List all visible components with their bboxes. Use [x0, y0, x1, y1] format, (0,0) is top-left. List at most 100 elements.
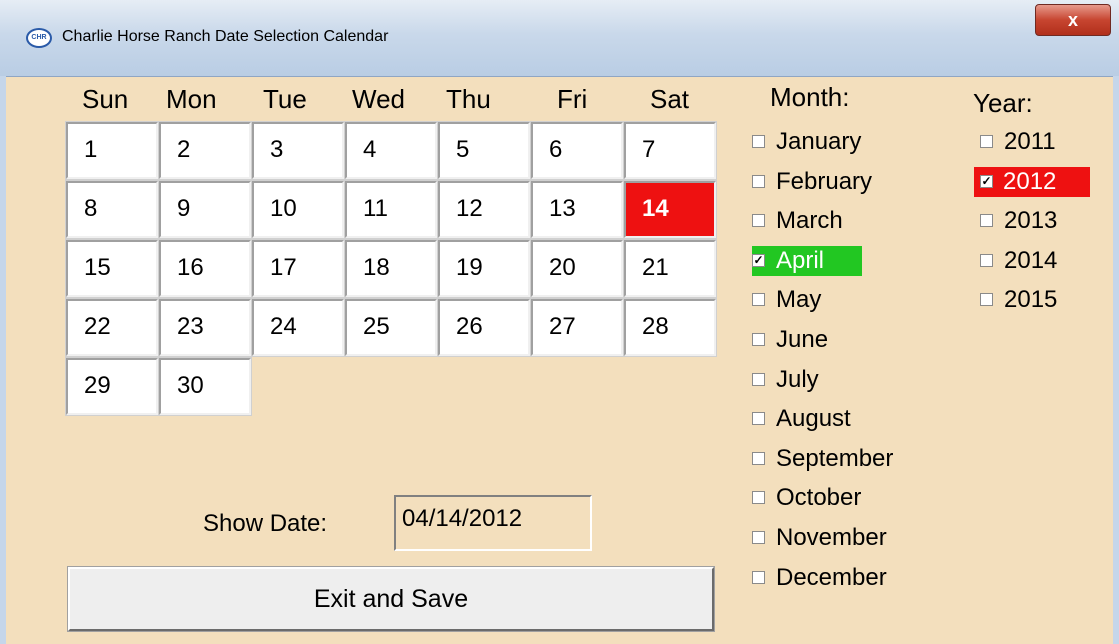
month-label: April	[776, 247, 825, 274]
day-header-tue: Tue	[263, 84, 307, 114]
checkbox-icon[interactable]	[752, 373, 765, 386]
day-cell-7[interactable]: 7	[623, 121, 717, 180]
day-cell-26[interactable]: 26	[437, 298, 531, 357]
day-cell-12[interactable]: 12	[437, 180, 531, 239]
day-cell-3[interactable]: 3	[251, 121, 345, 180]
day-cell-5[interactable]: 5	[437, 121, 531, 180]
day-cell-28[interactable]: 28	[623, 298, 717, 357]
day-cell-23[interactable]: 23	[158, 298, 252, 357]
checkbox-icon[interactable]	[752, 214, 765, 227]
day-number: 4	[363, 136, 377, 163]
day-cell-24[interactable]: 24	[251, 298, 345, 357]
month-label: May	[776, 286, 822, 313]
app-logo-icon: CHR	[26, 28, 52, 48]
day-cell-16[interactable]: 16	[158, 239, 252, 298]
day-cell-29[interactable]: 29	[65, 357, 159, 416]
day-cell-10[interactable]: 10	[251, 180, 345, 239]
day-cell-18[interactable]: 18	[344, 239, 438, 298]
day-number: 18	[363, 254, 390, 281]
checkbox-icon[interactable]	[980, 254, 993, 267]
month-label: November	[776, 524, 887, 551]
day-number: 30	[177, 372, 204, 399]
day-cell-4[interactable]: 4	[344, 121, 438, 180]
day-number: 25	[363, 313, 390, 340]
checkbox-icon[interactable]	[752, 531, 765, 544]
day-cell-27[interactable]: 27	[530, 298, 624, 357]
year-label: 2012	[1003, 168, 1057, 195]
window-title: Charlie Horse Ranch Date Selection Calen…	[62, 28, 389, 45]
day-cell-9[interactable]: 9	[158, 180, 252, 239]
day-number: 2	[177, 136, 191, 163]
checkbox-icon[interactable]	[980, 135, 993, 148]
month-label: July	[776, 366, 819, 393]
day-number: 29	[84, 372, 111, 399]
day-cell-11[interactable]: 11	[344, 180, 438, 239]
month-label: December	[776, 564, 887, 591]
day-number: 1	[84, 136, 98, 163]
title-bar: CHR Charlie Horse Ranch Date Selection C…	[0, 0, 1119, 77]
day-cell-25[interactable]: 25	[344, 298, 438, 357]
day-number: 11	[363, 195, 388, 222]
month-label: January	[776, 128, 862, 155]
day-header-sun: Sun	[82, 84, 129, 114]
day-number: 8	[84, 195, 98, 222]
day-cell-14[interactable]: 14	[623, 180, 717, 239]
show-date-field[interactable]: 04/14/2012	[394, 495, 592, 551]
year-option-2012[interactable]: ✓ 2012	[974, 167, 1090, 197]
checkbox-icon[interactable]	[752, 571, 765, 584]
day-number: 7	[642, 136, 656, 163]
day-cell-19[interactable]: 19	[437, 239, 531, 298]
checkbox-icon[interactable]	[980, 214, 993, 227]
day-cell-22[interactable]: 22	[65, 298, 159, 357]
day-cell-13[interactable]: 13	[530, 180, 624, 239]
checkbox-icon[interactable]	[752, 135, 765, 148]
checkbox-icon[interactable]	[752, 333, 765, 346]
month-label: October	[776, 484, 862, 511]
day-number: 14	[642, 195, 669, 222]
day-cell-15[interactable]: 15	[65, 239, 159, 298]
day-number: 9	[177, 195, 191, 222]
day-number: 26	[456, 313, 483, 340]
day-number: 10	[270, 195, 297, 222]
day-cell-1[interactable]: 1	[65, 121, 159, 180]
day-cell-8[interactable]: 8	[65, 180, 159, 239]
checkbox-icon[interactable]	[752, 491, 765, 504]
day-cell-17[interactable]: 17	[251, 239, 345, 298]
day-number: 19	[456, 254, 483, 281]
exit-and-save-button[interactable]: Exit and Save	[67, 566, 715, 632]
month-label: February	[776, 168, 873, 195]
day-header-thu: Thu	[446, 84, 491, 114]
month-label: March	[776, 207, 843, 234]
day-number: 6	[549, 136, 563, 163]
day-header-mon: Mon	[166, 84, 217, 114]
show-date-label: Show Date:	[203, 510, 328, 537]
month-label: August	[776, 405, 851, 432]
checkbox-icon[interactable]	[752, 452, 765, 465]
checkbox-icon[interactable]	[752, 175, 765, 188]
day-header-wed: Wed	[352, 84, 405, 114]
checkbox-checked-icon[interactable]: ✓	[980, 175, 993, 188]
day-cell-2[interactable]: 2	[158, 121, 252, 180]
close-button[interactable]: x	[1035, 4, 1111, 36]
checkbox-checked-icon[interactable]: ✓	[752, 254, 765, 267]
day-number: 17	[270, 254, 297, 281]
checkbox-icon[interactable]	[752, 293, 765, 306]
day-number: 27	[549, 313, 576, 340]
checkbox-icon[interactable]	[980, 293, 993, 306]
year-label: 2014	[1004, 247, 1058, 274]
day-cell-20[interactable]: 20	[530, 239, 624, 298]
day-cell-21[interactable]: 21	[623, 239, 717, 298]
day-number: 21	[642, 254, 669, 281]
checkbox-icon[interactable]	[752, 412, 765, 425]
day-number: 13	[549, 195, 576, 222]
day-number: 20	[549, 254, 576, 281]
day-cell-30[interactable]: 30	[158, 357, 252, 416]
day-number: 24	[270, 313, 297, 340]
day-cell-6[interactable]: 6	[530, 121, 624, 180]
day-number: 23	[177, 313, 204, 340]
day-number: 22	[84, 313, 111, 340]
month-header: Month:	[770, 82, 850, 112]
month-option-april[interactable]: ✓ April	[752, 246, 862, 276]
day-header-fri: Fri	[557, 84, 588, 114]
day-number: 3	[270, 136, 284, 163]
